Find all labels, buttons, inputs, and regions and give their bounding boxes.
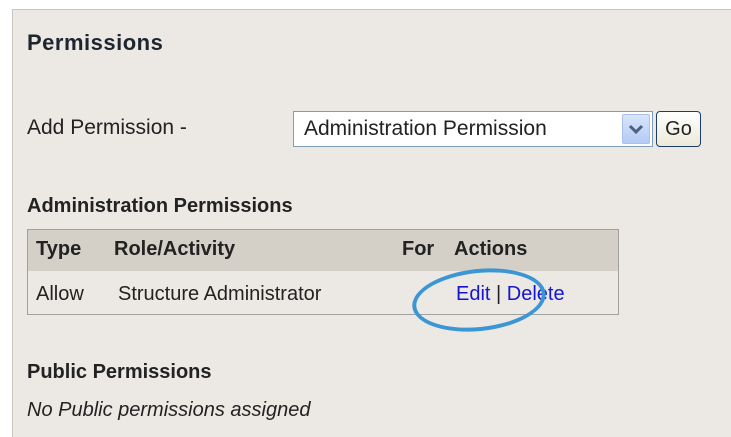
permission-role-cell: Structure Administrator [118, 283, 322, 305]
admin-permissions-heading: Administration Permissions [27, 195, 293, 217]
permissions-panel: Permissions Add Permission - Administrat… [12, 9, 731, 437]
permission-type-select[interactable]: Administration Permission [293, 111, 653, 147]
public-permissions-heading: Public Permissions [27, 361, 212, 383]
select-arrow-button[interactable] [622, 114, 650, 144]
permission-type-cell: Allow [36, 283, 84, 305]
chevron-down-icon [628, 124, 644, 135]
page-title: Permissions [27, 30, 164, 55]
permission-actions-cell: Edit | Delete [456, 283, 565, 306]
permission-type-selected-value: Administration Permission [304, 117, 547, 140]
column-header-actions: Actions [454, 238, 528, 260]
column-header-for: For [402, 238, 435, 260]
action-separator: | [496, 283, 502, 305]
admin-permissions-table: Type Role/Activity For Actions Allow Str… [27, 229, 619, 338]
no-public-permissions-message: No Public permissions assigned [27, 399, 311, 421]
table-header-row: Type Role/Activity For Actions [28, 230, 618, 271]
delete-link[interactable]: Delete [507, 283, 565, 305]
add-permission-label: Add Permission - [27, 116, 187, 139]
column-header-type: Type [36, 238, 82, 260]
edit-link[interactable]: Edit [456, 283, 490, 305]
go-button[interactable]: Go [656, 111, 701, 147]
column-header-role-activity: Role/Activity [114, 238, 236, 260]
